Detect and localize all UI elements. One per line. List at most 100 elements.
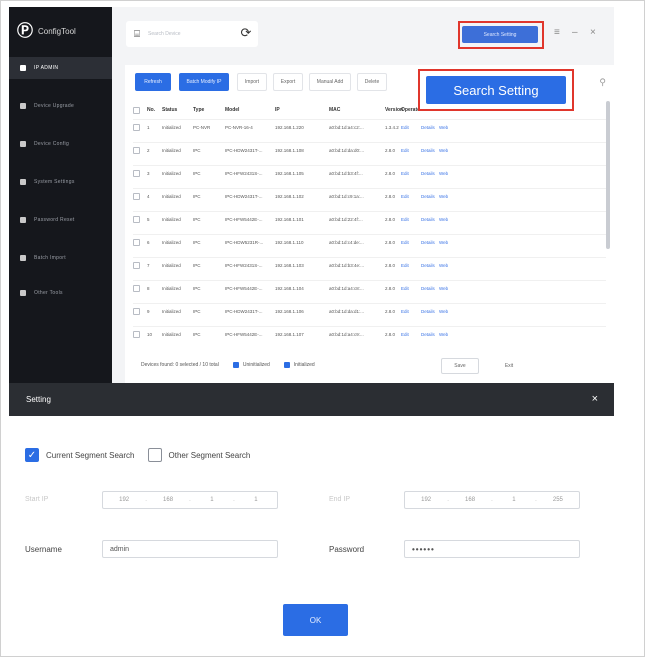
row-details-link[interactable]: Details xyxy=(421,240,439,245)
username-label: Username xyxy=(25,545,62,554)
row-edit-link[interactable]: Edit xyxy=(401,286,421,291)
close-icon[interactable]: × xyxy=(592,393,598,405)
row-checkbox[interactable] xyxy=(133,147,140,154)
row-type: IPC xyxy=(193,171,201,176)
row-web-link[interactable]: Web xyxy=(439,263,448,268)
table-row[interactable]: 2 Initialized IPC IPC-HDW2431T-... 192.168.1… xyxy=(133,142,606,158)
sidebar-item-other-tools[interactable]: Other Tools xyxy=(9,282,112,304)
row-details-link[interactable]: Details xyxy=(421,286,439,291)
row-version: 2.8.0 xyxy=(385,194,396,199)
filter-icon[interactable]: ⚲ xyxy=(599,77,606,88)
row-details-link[interactable]: Details xyxy=(421,332,439,337)
sidebar-item-label: Device Config xyxy=(34,141,70,147)
row-edit-link[interactable]: Edit xyxy=(401,194,421,199)
export-button[interactable]: Export xyxy=(273,73,303,91)
search-setting-button-zoomed[interactable]: Search Setting xyxy=(426,76,566,104)
row-web-link[interactable]: Web xyxy=(439,217,448,222)
row-web-link[interactable]: Web xyxy=(439,286,448,291)
row-details-link[interactable]: Details xyxy=(421,217,439,222)
row-details-link[interactable]: Details xyxy=(421,194,439,199)
row-checkbox[interactable] xyxy=(133,216,140,223)
row-number: 5 xyxy=(147,217,150,222)
ip-octet: 192 xyxy=(421,497,432,503)
lock-icon xyxy=(20,217,26,223)
row-web-link[interactable]: Web xyxy=(439,194,448,199)
row-edit-link[interactable]: Edit xyxy=(401,148,421,153)
delete-button[interactable]: Delete xyxy=(357,73,387,91)
table-row[interactable]: 5 Initialized IPC IPC-HFW5442E-... 192.168.1… xyxy=(133,211,606,227)
password-field[interactable]: •••••• xyxy=(404,540,580,558)
table-row[interactable]: 8 Initialized IPC IPC-HFW5442E-... 192.168.1… xyxy=(133,280,606,296)
sidebar-item-ip-admin[interactable]: IP ADMIN xyxy=(9,57,112,79)
row-edit-link[interactable]: Edit xyxy=(401,332,421,337)
table-row[interactable]: 9 Initialized IPC IPC-HDW2431T-... 192.168.1… xyxy=(133,303,606,319)
sidebar-item-password-reset[interactable]: Password Reset xyxy=(9,209,112,231)
table-row[interactable]: 10 Initialized IPC IPC-HFW5442E-... 192.168.… xyxy=(133,326,606,342)
sidebar-item-device-upgrade[interactable]: Device Upgrade xyxy=(9,95,112,117)
close-window-icon[interactable]: × xyxy=(590,27,596,38)
other-segment-checkbox[interactable] xyxy=(147,448,162,462)
table-row[interactable]: 4 Initialized IPC IPC-HDW2431T-... 192.168.1… xyxy=(133,188,606,204)
row-checkbox[interactable] xyxy=(133,193,140,200)
row-checkbox[interactable] xyxy=(133,285,140,292)
row-edit-link[interactable]: Edit xyxy=(401,263,421,268)
row-version: 2.8.0 xyxy=(385,263,396,268)
refresh-button[interactable]: Refresh xyxy=(135,73,171,91)
save-button[interactable]: Save xyxy=(441,358,479,374)
sidebar-item-device-config[interactable]: Device Config xyxy=(9,133,112,155)
row-status: Initialized xyxy=(162,309,181,314)
row-edit-link[interactable]: Edit xyxy=(401,240,421,245)
select-all-checkbox[interactable] xyxy=(133,106,140,114)
table-row[interactable]: 3 Initialized IPC IPC-HFW2431S-... 192.168.1… xyxy=(133,165,606,181)
row-details-link[interactable]: Details xyxy=(421,309,439,314)
row-ip: 192.168.1.220 xyxy=(275,125,304,130)
row-checkbox[interactable] xyxy=(133,308,140,315)
row-details-link[interactable]: Details xyxy=(421,171,439,176)
row-details-link[interactable]: Details xyxy=(421,125,439,130)
exit-button[interactable]: Exit xyxy=(491,358,527,374)
start-ip-input[interactable]: 192 . 168 . 1 . 1 xyxy=(102,491,278,509)
uninitialized-filter-checkbox[interactable] xyxy=(232,362,239,368)
import-button[interactable]: Import xyxy=(237,73,267,91)
batch-modify-ip-button[interactable]: Batch Modify IP xyxy=(179,73,229,91)
row-checkbox[interactable] xyxy=(133,170,140,177)
menu-icon[interactable]: ≡ xyxy=(554,27,560,38)
table-row[interactable]: 6 Initialized IPC IPC-HDW5231R-... 192.168.1… xyxy=(133,234,606,250)
row-web-link[interactable]: Web xyxy=(439,240,448,245)
row-status: Initialized xyxy=(162,263,181,268)
manual-add-button[interactable]: Manual Add xyxy=(309,73,351,91)
import-icon xyxy=(20,255,26,261)
row-checkbox[interactable] xyxy=(133,239,140,246)
row-edit-link[interactable]: Edit xyxy=(401,125,421,130)
row-web-link[interactable]: Web xyxy=(439,171,448,176)
row-details-link[interactable]: Details xyxy=(421,148,439,153)
refresh-icon[interactable]: ⟳ xyxy=(238,25,254,41)
row-mac: a0:bd:1d:22:4f:... xyxy=(329,217,363,222)
sidebar: Ⓟ ConfigTool IP ADMIN Device Upgrade Dev… xyxy=(9,7,112,383)
row-edit-link[interactable]: Edit xyxy=(401,309,421,314)
row-web-link[interactable]: Web xyxy=(439,309,448,314)
current-segment-checkbox[interactable]: ✓ xyxy=(25,448,39,462)
username-field[interactable]: admin xyxy=(102,540,278,558)
table-scrollbar[interactable] xyxy=(606,101,610,249)
row-details-link[interactable]: Details xyxy=(421,263,439,268)
row-edit-link[interactable]: Edit xyxy=(401,171,421,176)
ip-octet: 1 xyxy=(512,497,516,503)
row-checkbox[interactable] xyxy=(133,262,140,269)
row-web-link[interactable]: Web xyxy=(439,125,448,130)
sidebar-item-system-settings[interactable]: System Settings xyxy=(9,171,112,193)
row-web-link[interactable]: Web xyxy=(439,148,448,153)
table-row[interactable]: 7 Initialized IPC IPC-HFW2431S-... 192.168.1… xyxy=(133,257,606,273)
sidebar-item-batch-import[interactable]: Batch Import xyxy=(9,247,112,269)
table-row[interactable]: 1 Initialized PC-NVR PC-NVR-16-4 192.168.1.2… xyxy=(133,119,606,135)
row-web-link[interactable]: Web xyxy=(439,332,448,337)
row-checkbox[interactable] xyxy=(133,124,140,131)
row-checkbox[interactable] xyxy=(133,331,140,338)
sidebar-item-label: Other Tools xyxy=(34,290,63,296)
row-edit-link[interactable]: Edit xyxy=(401,217,421,222)
minimize-icon[interactable]: – xyxy=(572,27,578,38)
ok-button[interactable]: OK xyxy=(283,604,348,636)
initialized-filter-checkbox[interactable] xyxy=(283,362,290,368)
column-header: Model xyxy=(225,107,240,113)
end-ip-input[interactable]: 192 . 168 . 1 . 255 xyxy=(404,491,580,509)
